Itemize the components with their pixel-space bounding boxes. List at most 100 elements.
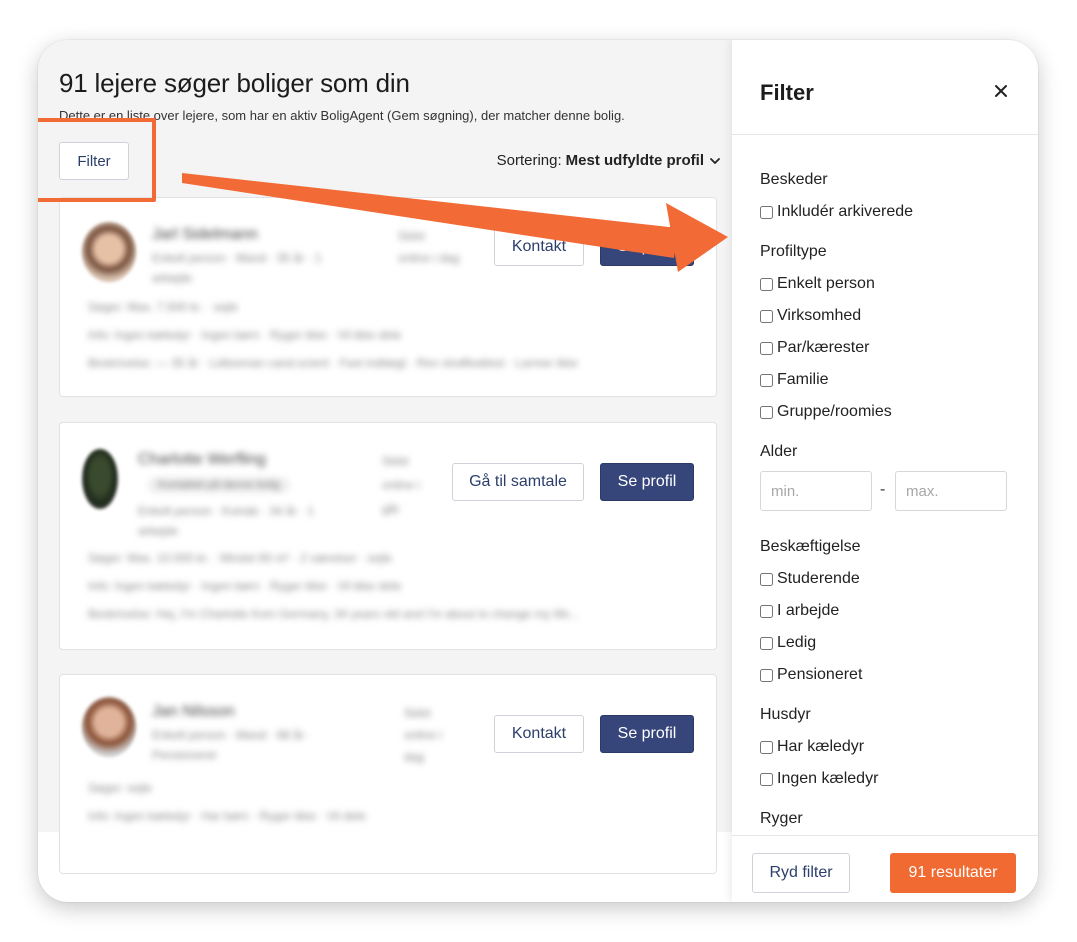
checkbox[interactable] — [760, 636, 773, 650]
checkbox-label: Enkelt person — [777, 275, 875, 292]
go-to-conversation-button[interactable]: Gå til samtale — [452, 463, 584, 501]
chevron-down-icon — [710, 157, 720, 164]
checkbox-employed[interactable]: I arbejde — [760, 602, 839, 620]
filter-panel-body: Beskeder Inkludér arkiverede Profiltype … — [732, 135, 1038, 835]
tenant-meta: arbejde — [138, 524, 179, 538]
checkbox-family[interactable]: Familie — [760, 371, 829, 389]
sort-label: Sortering: — [496, 152, 562, 169]
tenant-description: Beskrivelse: Hej, I'm Charlotte from Ger… — [88, 607, 580, 621]
tenant-info: Info: Ingen kæledyr · Ingen børn · Ryger… — [88, 579, 402, 593]
page-subtitle: Dette er en liste over lejere, som har e… — [59, 108, 625, 123]
last-online: online i dag — [398, 251, 460, 265]
last-online: går — [382, 502, 400, 516]
see-profile-button[interactable]: Se profil — [600, 463, 694, 501]
tenant-meta: Enkelt person · Mand · 68 år · — [152, 728, 312, 742]
tenant-card: Jan Nilsson Enkelt person · Mand · 68 år… — [59, 674, 717, 874]
checkbox-label: Har kæledyr — [777, 738, 865, 755]
filter-button[interactable]: Filter — [59, 142, 129, 180]
checkbox-label: Virksomhed — [777, 307, 862, 324]
search-criteria: Søger: Max. 10.000 kr. · Mindst 60 m² · … — [88, 551, 393, 565]
section-title-profile-type: Profiltype — [760, 243, 827, 260]
checkbox-label: Studerende — [777, 570, 860, 587]
avatar — [82, 449, 118, 509]
checkbox-label: Gruppe/roomies — [777, 403, 892, 420]
tenant-name: Jarl Sidelmann — [152, 226, 258, 243]
section-title-employment: Beskæftigelse — [760, 538, 861, 555]
page-title: 91 lejere søger boliger som din — [59, 68, 410, 98]
contacted-badge: Kontaktet på denne bolig — [148, 477, 290, 493]
checkbox[interactable] — [760, 572, 773, 586]
checkbox-unemployed[interactable]: Ledig — [760, 634, 816, 652]
tenant-meta: Enkelt person · Kvinde · 34 år · 1 — [138, 504, 315, 518]
age-min-input[interactable] — [760, 471, 872, 511]
checkbox-no-pets[interactable]: Ingen kæledyr — [760, 770, 878, 788]
last-online: dag — [404, 750, 425, 764]
checkbox-label: Pensioneret — [777, 666, 863, 683]
checkbox[interactable] — [760, 205, 773, 219]
reset-filter-button[interactable]: Ryd filter — [752, 853, 850, 893]
avatar — [82, 222, 136, 282]
sort-value: Mest udfyldte profil — [565, 152, 704, 169]
checkbox[interactable] — [760, 668, 773, 682]
checkbox[interactable] — [760, 277, 773, 291]
checkbox[interactable] — [760, 405, 773, 419]
section-title-pets: Husdyr — [760, 706, 811, 723]
checkbox-student[interactable]: Studerende — [760, 570, 860, 588]
close-icon[interactable] — [994, 84, 1008, 98]
last-online: online i — [382, 478, 421, 492]
tenant-name: Charlotte Werfling — [138, 451, 266, 468]
checkbox-label: Par/kærester — [777, 339, 870, 356]
last-online: online i — [404, 728, 443, 742]
checkbox-include-archived[interactable]: Inkludér arkiverede — [760, 203, 913, 221]
checkbox-single-person[interactable]: Enkelt person — [760, 275, 875, 293]
last-online: Sidst — [398, 229, 425, 243]
filter-panel-header: Filter — [732, 40, 1038, 135]
tenant-card: Charlotte Werfling Kontaktet på denne bo… — [59, 422, 717, 650]
checkbox[interactable] — [760, 740, 773, 754]
last-online: Sidst — [382, 454, 409, 468]
last-online: Sidst — [404, 706, 431, 720]
checkbox-has-pets[interactable]: Har kæledyr — [760, 738, 864, 756]
contact-button[interactable]: Kontakt — [494, 228, 584, 266]
checkbox-couple[interactable]: Par/kærester — [760, 339, 869, 357]
checkbox[interactable] — [760, 341, 773, 355]
contact-button[interactable]: Kontakt — [494, 715, 584, 753]
checkbox-label: Ledig — [777, 634, 817, 651]
search-criteria: Søger: Max. 7.500 kr. · sejle — [88, 300, 239, 314]
age-separator: - — [880, 481, 886, 498]
checkbox-group[interactable]: Gruppe/roomies — [760, 403, 892, 421]
filter-panel-title: Filter — [760, 80, 814, 105]
show-results-button[interactable]: 91 resultater — [890, 853, 1016, 893]
filter-panel-footer: Ryd filter 91 resultater — [732, 835, 1038, 902]
tenant-meta: Pensioneret — [152, 748, 217, 762]
tenant-info: Info: Ingen kæledyr · Ingen børn · Ryger… — [88, 328, 402, 342]
see-profile-button[interactable]: Se profil — [600, 228, 694, 266]
filter-panel: Filter Beskeder Inkludér arkiverede Prof… — [732, 40, 1038, 902]
age-max-input[interactable] — [895, 471, 1007, 511]
checkbox[interactable] — [760, 604, 773, 618]
tenant-name: Jan Nilsson — [152, 703, 235, 720]
sort-dropdown[interactable]: Sortering: Mest udfyldte profil — [497, 152, 722, 169]
app-window: 91 lejere søger boliger som din Dette er… — [38, 40, 1038, 902]
checkbox-label: Inkludér arkiverede — [777, 203, 914, 220]
section-title-age: Alder — [760, 443, 798, 460]
section-title-messages: Beskeder — [760, 171, 828, 188]
checkbox-label: Ingen kæledyr — [777, 770, 879, 787]
search-criteria: Søger: sejle — [88, 781, 153, 795]
checkbox-label: I arbejde — [777, 602, 840, 619]
checkbox[interactable] — [760, 373, 773, 387]
checkbox-retired[interactable]: Pensioneret — [760, 666, 862, 684]
tenant-list-page: 91 lejere søger boliger som din Dette er… — [38, 40, 742, 874]
section-title-smoker: Ryger — [760, 810, 803, 827]
tenant-description: Beskrivelse: — 35 år · Lidtseman cand.sc… — [88, 356, 578, 370]
checkbox[interactable] — [760, 309, 773, 323]
tenant-meta: Enkelt person · Mand · 35 år · 1 — [152, 251, 322, 265]
tenant-card: Jarl Sidelmann Enkelt person · Mand · 35… — [59, 197, 717, 397]
avatar — [82, 697, 136, 757]
tenant-meta: arbejde — [152, 271, 193, 285]
see-profile-button[interactable]: Se profil — [600, 715, 694, 753]
tenant-info: Info: Ingen kæledyr · Har børn · Ryger i… — [88, 809, 366, 823]
checkbox-company[interactable]: Virksomhed — [760, 307, 861, 325]
checkbox-label: Familie — [777, 371, 829, 388]
checkbox[interactable] — [760, 772, 773, 786]
